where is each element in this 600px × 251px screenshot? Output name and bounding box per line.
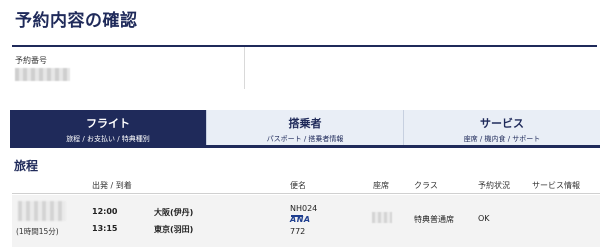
aircraft-type: 772 [290,227,306,236]
tab-passenger[interactable]: 搭乗者 パスポート / 搭乗者情報 [206,110,403,145]
header-seat: 座席 [373,181,389,190]
flight-date-redacted [18,201,66,221]
flight-number: NH024 [290,204,318,213]
header-flight: 便名 [290,181,306,190]
tab-flight[interactable]: フライト 旅程 / お支払い / 特典種別 [10,110,206,145]
header-status: 予約状況 [478,181,510,190]
reservation-number-label: 予約番号 [15,56,47,65]
tab-passenger-subtitle: パスポート / 搭乗者情報 [266,135,344,143]
arrival-airport: 東京(羽田) [154,225,194,234]
seat-redacted [372,212,392,223]
header-dep-arr: 出発 / 到着 [92,181,132,190]
reservation-number-box: 予約番号 [12,47,245,89]
itinerary-row: (1時間15分) 12:00 大阪(伊丹) 13:15 東京(羽田) NH024… [12,195,600,247]
tab-service-subtitle: 座席 / 機内食 / サポート [463,135,541,143]
departure-airport: 大阪(伊丹) [154,208,194,217]
booking-class: 特典普通席 [414,215,454,224]
itinerary-header: 出発 / 到着 便名 座席 クラス 予約状況 サービス情報 [12,176,600,194]
reservation-number-redacted [15,68,70,81]
departure-time: 12:00 [92,207,118,216]
itinerary-title: 旅程 [14,159,39,173]
arrival-time: 13:15 [92,224,118,233]
tab-service-title: サービス [480,117,524,130]
tab-flight-subtitle: 旅程 / お支払い / 特典種別 [66,135,150,143]
page-title: 予約内容の確認 [15,11,138,31]
flight-duration: (1時間15分) [16,227,59,236]
step-tabs: フライト 旅程 / お支払い / 特典種別 搭乗者 パスポート / 搭乗者情報 … [10,110,600,148]
tab-service[interactable]: サービス 座席 / 機内食 / サポート [403,110,600,145]
tab-passenger-title: 搭乗者 [288,117,322,130]
header-service: サービス情報 [532,181,580,190]
header-class: クラス [414,181,438,190]
booking-status: OK [478,214,490,223]
tab-flight-title: フライト [86,117,130,130]
